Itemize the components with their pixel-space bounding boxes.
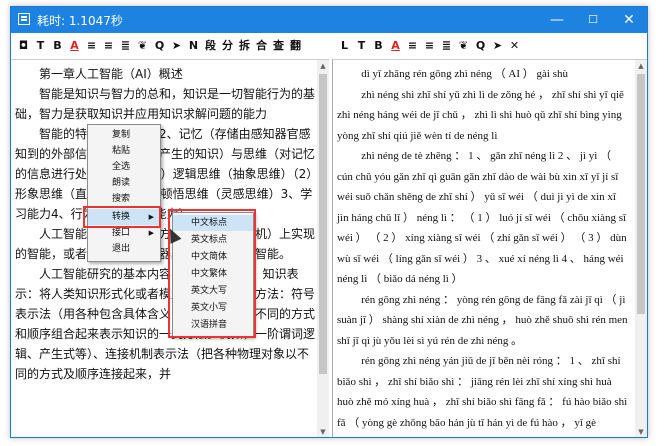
menu-item-select-all[interactable]: 全选 [88,159,160,175]
right-scrollbar[interactable]: ▲ ▼ [635,60,647,437]
paragraph: 人工智能研究的基本内容：1、知识表示：知识表示：将人类知识形式化或者模型化。知识… [15,267,316,381]
paragraph: 智能的特征：感知能力2、记忆（存储由感知器官感知到的外部信息和由思维所产生的知识… [15,127,316,221]
toolbar-search-icon[interactable]: Q [472,36,489,56]
toolbar-font-color-icon[interactable]: A [66,36,83,56]
menu-item-exit[interactable]: 退出 [88,241,160,257]
toolbar-align-center-icon[interactable]: ≡ [100,36,117,56]
toolbar-break-button[interactable]: 拆 [236,36,253,56]
window-title: 耗时: 1.1047秒 [37,14,123,28]
scrollbar-thumb[interactable] [319,74,327,374]
paragraph: 智能是知识与智力的总和，知识是一切智能行为的基础，智力是获取知识并应用知识求解问… [15,87,316,121]
toolbar-search-icon[interactable]: Q [151,36,168,56]
pinyin-text[interactable]: dì yī zhāng rén gōng zhì néng （ AI ） gài… [337,64,629,433]
pinyin-text-pane[interactable]: dì yī zhāng rén gōng zhì néng （ AI ） gài… [332,59,647,437]
toolbar-bold-icon[interactable]: B [370,36,387,56]
title-bar[interactable]: 耗时: 1.1047秒 — ☐ ✕ [11,7,647,33]
menu-item-copy[interactable]: 复制 [88,127,160,143]
paragraph: dì yī zhāng rén gōng zhì néng （ AI ） gài… [361,68,569,80]
right-toolbar: L T B A ≡ ≡ ≣ ❦ Q ➤ ✕ [336,35,523,57]
toolbar-align-left-icon[interactable]: ≡ [83,36,100,56]
toolbar-align-left-icon[interactable]: ≡ [404,36,421,56]
toolbar-translate-button[interactable]: 翻 [287,36,304,56]
toolbar-split-button[interactable]: 分 [219,36,236,56]
toolbar-palette-icon[interactable]: ❦ [455,36,472,56]
left-toolbar: ◘ T B A ≡ ≡ ≣ ❦ Q ➤ N 段 分 拆 合 查 翻 [15,35,304,57]
toolbar-l-icon[interactable]: L [336,36,353,56]
scroll-down-arrow-icon[interactable]: ▼ [317,426,329,437]
toolbar-align-justify-icon[interactable]: ≣ [117,36,134,56]
menu-item-paste[interactable]: 粘贴 [88,143,160,159]
toolbar-paragraph-button[interactable]: 段 [202,36,219,56]
toolbar-align-justify-icon[interactable]: ≣ [438,36,455,56]
menu-item-label: 接口 [112,228,131,238]
paragraph: zhì néng shì zhī shí yǔ zhì lì de zǒng h… [337,88,624,142]
toolbar-lookup-button[interactable]: 查 [270,36,287,56]
context-menu: 复制 粘贴 全选 朗读 搜索 转换 ▶ 接口 ▶ 退出 [87,124,161,262]
toolbar-palette-icon[interactable]: ❦ [134,36,151,56]
paragraph: rén gōng zhì néng ： yòng rén gōng de fān… [337,293,628,347]
app-icon [18,13,30,25]
toolbar-font-icon[interactable]: T [32,36,49,56]
scroll-up-arrow-icon[interactable]: ▲ [635,60,647,72]
minimize-button[interactable]: — [539,7,575,33]
paragraph: rén gōng zhì néng yán jiū de jī běn nèi … [337,355,628,429]
scrollbar-thumb[interactable] [637,74,645,314]
toolbar-bold-icon[interactable]: B [49,36,66,56]
maximize-button[interactable]: ☐ [575,7,611,33]
toolbar-font-color-icon[interactable]: A [387,36,404,56]
source-text[interactable]: 第一章人工智能（AI）概述 智能是知识与智力的总和，知识是一切智能行为的基础，智… [15,64,317,384]
toolbar-n-icon[interactable]: N [185,36,202,56]
menu-item-search[interactable]: 搜索 [88,191,160,207]
close-button[interactable]: ✕ [611,7,647,33]
scroll-up-arrow-icon[interactable]: ▲ [317,60,329,72]
toolbar-icon-square[interactable]: ◘ [15,36,32,56]
paragraph: 第一章人工智能（AI）概述 [39,67,183,81]
toolbar-send-icon[interactable]: ➤ [168,36,185,56]
annotation-box-submenu [168,209,256,338]
toolbar-align-center-icon[interactable]: ≡ [421,36,438,56]
toolbar-send-icon[interactable]: ➤ [489,36,506,56]
paragraph: zhì néng de tè zhēng ： 1 、 gǎn zhī néng … [337,150,627,285]
toolbar-merge-button[interactable]: 合 [253,36,270,56]
annotation-box-convert [83,206,161,228]
scroll-down-arrow-icon[interactable]: ▼ [635,426,647,437]
menu-item-read-aloud[interactable]: 朗读 [88,175,160,191]
left-scrollbar[interactable]: ▲ ▼ [317,60,329,437]
toolbar-font-icon[interactable]: T [353,36,370,56]
toolbar-close-icon[interactable]: ✕ [506,36,523,56]
